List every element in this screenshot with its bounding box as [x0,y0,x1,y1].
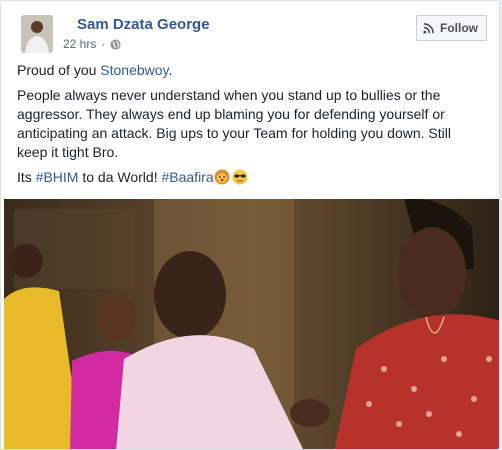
post-line-3: Its #BHIM to da World! #Baafira [17,168,483,187]
author-name[interactable]: Sam Dzata George [77,16,210,33]
follow-button[interactable]: Follow [416,15,487,41]
globe-icon[interactable] [110,38,121,50]
post-time[interactable]: 22 hrs [63,37,96,51]
hashtag-link[interactable]: #Baafira [161,169,213,185]
mention-link[interactable]: Stonebwoy [100,62,168,78]
post-meta: 22 hrs · [63,37,121,51]
lion-face-emoji [214,169,230,185]
post-header: Sam Dzata George 22 hrs · Follow [13,13,487,55]
text-fragment: to da World! [78,169,162,185]
hashtag-link[interactable]: #BHIM [36,169,79,185]
text-fragment: . [168,62,173,78]
follow-label: Follow [440,21,478,35]
post-text: Proud of you Stonebwoy. People always ne… [17,61,483,193]
sunglasses-face-emoji [232,169,248,185]
post-photo[interactable] [4,199,499,449]
bullet-separator: · [101,37,106,51]
rss-icon [423,22,434,34]
text-fragment: Its [17,169,36,185]
post-paragraph: People always never understand when you … [17,87,451,160]
text-fragment: Proud of you [17,62,101,78]
avatar[interactable] [21,15,53,53]
post-line-1: Proud of you Stonebwoy. [17,61,483,80]
post-card: Sam Dzata George 22 hrs · Follow Proud o… [0,0,500,450]
